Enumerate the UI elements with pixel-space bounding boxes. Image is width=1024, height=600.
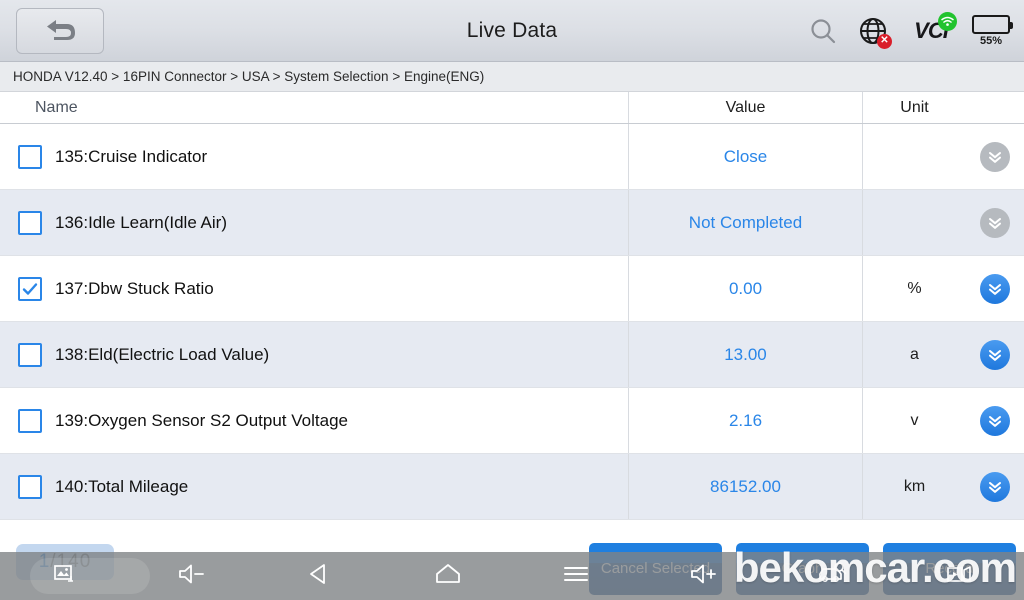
nav-menu-button[interactable] — [512, 552, 640, 600]
row-value-cell: Close — [628, 124, 862, 189]
battery-percent-label: 55% — [979, 34, 1003, 47]
globe-disconnected-icon[interactable]: ✕ — [856, 14, 892, 49]
row-checkbox[interactable] — [18, 474, 42, 499]
volume-down-icon — [177, 562, 207, 591]
table-row[interactable]: 139:Oxygen Sensor S2 Output Voltage 2.16 v — [0, 388, 1024, 454]
row-unit-label: % — [907, 279, 922, 297]
row-checkbox[interactable] — [18, 342, 42, 367]
table-header-row: Name Value Unit — [0, 92, 1024, 124]
menu-icon — [562, 563, 590, 590]
row-expand-button[interactable] — [980, 471, 1010, 502]
screenshot-pill-background — [30, 558, 150, 594]
row-checkbox[interactable] — [18, 276, 42, 301]
row-name-label: 137:Dbw Stuck Ratio — [55, 278, 214, 298]
row-unit-cell: km — [862, 454, 1024, 519]
wifi-icon — [938, 11, 957, 31]
table-body: 135:Cruise Indicator Close 136:Idle Learn(… — [0, 124, 1024, 520]
row-unit-label: km — [903, 477, 926, 495]
row-value-cell: 0.00 — [628, 256, 862, 321]
row-name-label: 140:Total Mileage — [55, 476, 189, 496]
table-row[interactable]: 137:Dbw Stuck Ratio 0.00% — [0, 256, 1024, 322]
row-checkbox[interactable] — [18, 210, 42, 235]
nav-record-video-button[interactable] — [896, 552, 1024, 600]
row-name-cell: 135:Cruise Indicator — [0, 124, 628, 189]
nav-screenshot-button[interactable] — [0, 552, 150, 600]
row-expand-button[interactable] — [980, 207, 1010, 238]
row-name-label: 135:Cruise Indicator — [55, 146, 208, 166]
row-value-cell: 13.00 — [628, 322, 862, 387]
row-checkbox[interactable] — [18, 408, 42, 433]
battery-indicator: 55% — [972, 14, 1013, 47]
volume-up-icon — [689, 562, 719, 591]
live-data-table: Name Value Unit 135:Cruise Indicator Clos… — [0, 92, 1024, 520]
row-unit-cell: % — [862, 256, 1024, 321]
row-value-cell: 2.16 — [628, 388, 862, 453]
row-value-cell: Not Completed — [628, 190, 862, 255]
row-unit-label: a — [910, 345, 919, 363]
search-icon[interactable] — [808, 16, 838, 46]
row-expand-button[interactable] — [980, 273, 1010, 304]
table-row[interactable]: 136:Idle Learn(Idle Air) Not Completed — [0, 190, 1024, 256]
battery-icon — [972, 14, 1013, 34]
error-badge-icon: ✕ — [877, 33, 892, 49]
row-unit-cell: v — [862, 388, 1024, 453]
row-name-label: 139:Oxygen Sensor S2 Output Voltage — [55, 410, 348, 430]
row-checkbox[interactable] — [18, 144, 42, 169]
row-expand-button[interactable] — [980, 339, 1010, 370]
back-button[interactable] — [16, 7, 104, 54]
header-status-icons: ✕ VCI 55% — [808, 11, 1013, 49]
table-row[interactable]: 138:Eld(Electric Load Value) 13.00 a — [0, 322, 1024, 388]
column-header-name: Name — [35, 98, 78, 116]
column-header-unit: Unit — [862, 92, 1024, 123]
record-video-icon — [945, 562, 975, 591]
back-triangle-icon — [307, 561, 333, 592]
breadcrumb: HONDA V12.40 > 16PIN Connector > USA > S… — [0, 62, 1024, 92]
row-unit-label: v — [910, 411, 919, 429]
row-name-cell: 137:Dbw Stuck Ratio — [0, 256, 628, 321]
row-unit-cell — [862, 124, 1024, 189]
column-header-value: Value — [628, 92, 862, 123]
row-name-label: 136:Idle Learn(Idle Air) — [55, 212, 227, 232]
nav-back-button[interactable] — [256, 552, 384, 600]
nav-car-scan-button[interactable] — [768, 552, 896, 600]
nav-home-button[interactable] — [384, 552, 512, 600]
vci-connection-icon[interactable]: VCI — [908, 11, 957, 48]
row-expand-button[interactable] — [980, 405, 1010, 436]
screenshot-icon — [52, 562, 76, 591]
row-unit-cell: a — [862, 322, 1024, 387]
row-name-cell: 138:Eld(Electric Load Value) — [0, 322, 628, 387]
back-arrow-icon — [40, 15, 80, 46]
app-header: Live Data ✕ VCI 55% — [0, 0, 1024, 62]
row-name-cell: 139:Oxygen Sensor S2 Output Voltage — [0, 388, 628, 453]
row-name-cell: 136:Idle Learn(Idle Air) — [0, 190, 628, 255]
nav-volume-up-button[interactable] — [640, 552, 768, 600]
row-name-cell: 140:Total Mileage — [0, 454, 628, 519]
row-value-cell: 86152.00 — [628, 454, 862, 519]
car-scan-icon — [816, 561, 848, 592]
table-row[interactable]: 135:Cruise Indicator Close — [0, 124, 1024, 190]
home-icon — [434, 561, 462, 592]
row-name-label: 138:Eld(Electric Load Value) — [55, 344, 270, 364]
android-navigation-bar — [0, 552, 1024, 600]
row-unit-cell — [862, 190, 1024, 255]
row-expand-button[interactable] — [980, 141, 1010, 172]
table-row[interactable]: 140:Total Mileage 86152.00 km — [0, 454, 1024, 520]
